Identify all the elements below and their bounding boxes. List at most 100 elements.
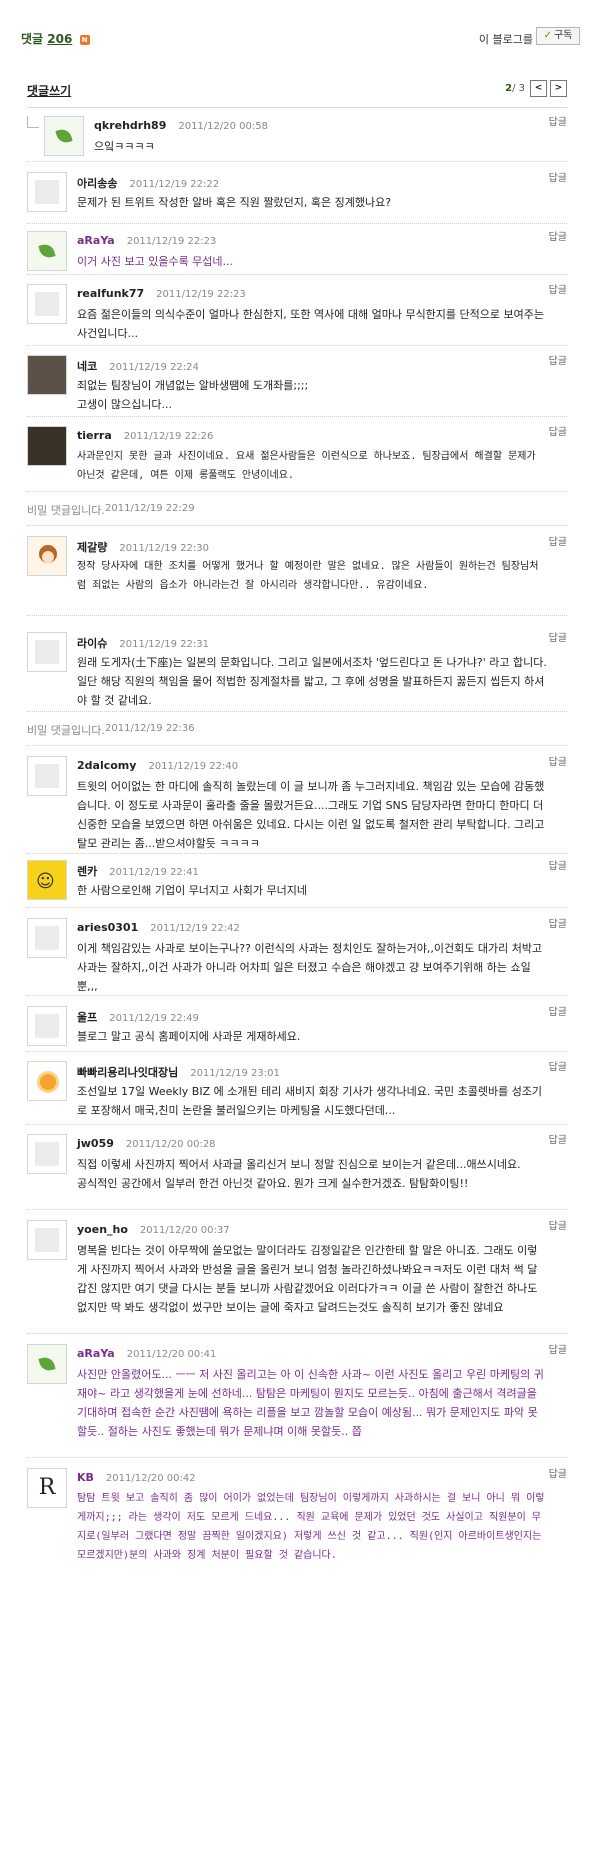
- comment-item: tierra 2011/12/19 22:26 사과문인지 못한 글과 사진이네요…: [27, 426, 567, 492]
- avatar[interactable]: [27, 1220, 67, 1260]
- avatar[interactable]: [27, 426, 67, 466]
- reply-button[interactable]: 답글: [549, 915, 567, 930]
- comment-body: 사진만 안올렸어도... ㅡㅡ 저 사진 올리고는 아 이 신속한 사과~ 이런…: [77, 1368, 544, 1438]
- reply-button[interactable]: 답글: [549, 228, 567, 243]
- avatar[interactable]: [27, 756, 67, 796]
- avatar[interactable]: [27, 172, 67, 212]
- comment-author[interactable]: 네코 2011/12/19 22:24: [77, 358, 199, 374]
- comment-author[interactable]: tierra 2011/12/19 22:26: [77, 429, 213, 442]
- comment-body: 탐탐 트윗 보고 솔직히 좀 많이 어이가 없었는데 팀장님이 이렇게까지 사과…: [77, 1493, 545, 1561]
- comment-author[interactable]: 라이슈 2011/12/19 22:31: [77, 635, 209, 651]
- comment-author[interactable]: 2dalcomy 2011/12/19 22:40: [77, 759, 238, 772]
- reply-button[interactable]: 답글: [549, 352, 567, 367]
- comment-author[interactable]: 제갈량 2011/12/19 22:30: [77, 539, 209, 555]
- blog-label: 이 블로그를: [478, 33, 533, 46]
- comment-item: realfunk77 2011/12/19 22:23 요즘 젊은이들의 의식수준…: [27, 284, 567, 346]
- comment-author[interactable]: jw059 2011/12/20 00:28: [77, 1137, 216, 1150]
- comment-author[interactable]: aries0301 2011/12/19 22:42: [77, 921, 240, 934]
- next-page-button[interactable]: >: [550, 80, 567, 97]
- page-indicator: 2/ 3: [505, 83, 525, 94]
- avatar[interactable]: [27, 1344, 67, 1384]
- avatar[interactable]: [27, 632, 67, 672]
- leaf-icon: [38, 242, 56, 260]
- comments-header: 댓글 206 N 이 블로그를 ✓ 구독: [0, 0, 591, 70]
- comment-body: 죄없는 팀장님이 개념없는 알바생땜에 도개좌를;;;; 고생이 많으십니다..…: [77, 379, 309, 411]
- comment-item: 아리송송 2011/12/19 22:22 문제가 된 트위트 작성한 알바 혹은…: [27, 172, 567, 224]
- comment-author[interactable]: KB 2011/12/20 00:42: [77, 1471, 196, 1484]
- comment-body: 직접 이렇세 사진까지 찍어서 사과글 올리신거 보니 정말 진심으로 보이는거…: [77, 1158, 521, 1190]
- avatar[interactable]: ☺: [27, 860, 67, 900]
- avatar[interactable]: [27, 355, 67, 395]
- subscribe-button[interactable]: ✓ 구독: [536, 27, 580, 45]
- comment-body: 원래 도게자(土下座)는 일본의 문화입니다. 그리고 일본에서조차 '엎드린다…: [77, 656, 547, 707]
- avatar[interactable]: [27, 1006, 67, 1046]
- comment-item: aRaYa 2011/12/20 00:41 사진만 안올렸어도... ㅡㅡ 저 …: [27, 1344, 567, 1458]
- comment-body: 명복을 빈다는 것이 아무짝에 쓸모없는 말이더라도 김정일같은 인간한테 할 …: [77, 1244, 538, 1314]
- comments-number[interactable]: 206: [47, 32, 72, 46]
- comment-date: 2011/12/19 22:42: [150, 923, 240, 934]
- secret-label: 비밀 댓글입니다.: [27, 724, 105, 737]
- reply-button[interactable]: 답글: [549, 169, 567, 184]
- avatar[interactable]: [27, 284, 67, 324]
- comments-label[interactable]: 댓글: [21, 32, 43, 46]
- comment-body: 정작 당사자에 대한 조치를 어떻게 했거나 할 예정이란 말은 없네요. 많은…: [77, 561, 539, 591]
- comment-body: 사과문인지 못한 글과 사진이네요. 요새 젊은사람들은 이런식으로 하나보죠.…: [77, 451, 536, 481]
- comment-date: 2011/12/19 22:30: [119, 543, 210, 554]
- reply-button[interactable]: 답글: [549, 629, 567, 644]
- comment-item: 2dalcomy 2011/12/19 22:40 트윗의 어이없는 한 마디에 …: [27, 756, 567, 854]
- reply-button[interactable]: 답글: [549, 1003, 567, 1018]
- comment-author[interactable]: 울프 2011/12/19 22:49: [77, 1009, 199, 1025]
- avatar[interactable]: R: [27, 1468, 67, 1508]
- comment-item: 라이슈 2011/12/19 22:31 원래 도게자(土下座)는 일본의 문화입…: [27, 632, 567, 712]
- reply-button[interactable]: 답글: [549, 1058, 567, 1073]
- avatar[interactable]: [27, 536, 67, 576]
- comment-author[interactable]: 렌카 2011/12/19 22:41: [77, 863, 199, 879]
- leaf-icon: [38, 1355, 56, 1373]
- comment-item: 빠빠리용리나잇대장님 2011/12/19 23:01 조선일보 17일 Week…: [27, 1061, 567, 1125]
- reply-button[interactable]: 답글: [549, 281, 567, 296]
- comment-author[interactable]: aRaYa 2011/12/19 22:23: [77, 234, 216, 247]
- comment-item: yoen_ho 2011/12/20 00:37 명복을 빈다는 것이 아무짝에 …: [27, 1220, 567, 1334]
- reply-button[interactable]: 답글: [549, 113, 567, 128]
- prev-page-button[interactable]: <: [530, 80, 547, 97]
- comment-date: 2011/12/19 22:29: [105, 503, 195, 514]
- comment-date: 2011/12/19 22:23: [126, 236, 217, 247]
- comment-body: 으잌ㅋㅋㅋㅋ: [94, 140, 155, 153]
- comment-date: 2011/12/20 00:28: [125, 1139, 216, 1150]
- comment-date: 2011/12/19 23:01: [190, 1068, 280, 1079]
- reply-button[interactable]: 답글: [549, 423, 567, 438]
- comment-author[interactable]: aRaYa 2011/12/20 00:41: [77, 1347, 216, 1360]
- avatar[interactable]: [27, 1061, 67, 1101]
- reply-button[interactable]: 답글: [549, 857, 567, 872]
- comment-date: 2011/12/19 22:24: [109, 362, 199, 373]
- avatar[interactable]: [27, 231, 67, 271]
- avatar[interactable]: [27, 1134, 67, 1174]
- write-bar: 댓글쓰기 2/ 3 < >: [27, 80, 567, 104]
- comment-author[interactable]: qkrehdrh89 2011/12/20 00:58: [94, 119, 268, 132]
- reply-button[interactable]: 답글: [549, 533, 567, 548]
- comments-count[interactable]: 댓글 206 N: [21, 30, 90, 47]
- comment-item: 제갈량 2011/12/19 22:30 정작 당사자에 대한 조치를 어떻게 했…: [27, 536, 567, 616]
- comment-author[interactable]: yoen_ho 2011/12/20 00:37: [77, 1223, 230, 1236]
- comment-body: 블로그 말고 공식 홈페이지에 사과문 게재하세요.: [77, 1030, 301, 1043]
- secret-comment: 비밀 댓글입니다. 2011/12/19 22:29: [27, 496, 567, 526]
- new-badge-icon: N: [79, 35, 90, 45]
- reply-button[interactable]: 답글: [549, 1341, 567, 1356]
- reply-button[interactable]: 답글: [549, 753, 567, 768]
- comment-item: aries0301 2011/12/19 22:42 이게 책임감있는 사과로 보…: [27, 918, 567, 996]
- write-comment-link[interactable]: 댓글쓰기: [27, 82, 71, 99]
- reply-button[interactable]: 답글: [549, 1465, 567, 1480]
- comment-date: 2011/12/20 00:42: [105, 1473, 196, 1484]
- comment-date: 2011/12/20 00:58: [178, 121, 268, 132]
- comment-author[interactable]: 아리송송 2011/12/19 22:22: [77, 175, 219, 191]
- avatar[interactable]: [44, 116, 84, 156]
- comment-body: 요즘 젊은이들의 의식수준이 얼마나 한심한지, 또한 역사에 대해 얼마나 무…: [77, 308, 544, 340]
- comment-author[interactable]: 빠빠리용리나잇대장님 2011/12/19 23:01: [77, 1064, 280, 1080]
- comment-date: 2011/12/19 22:49: [109, 1013, 199, 1024]
- avatar[interactable]: [27, 918, 67, 958]
- comment-author[interactable]: realfunk77 2011/12/19 22:23: [77, 287, 246, 300]
- comment-item: jw059 2011/12/20 00:28 직접 이렇세 사진까지 찍어서 사과…: [27, 1134, 567, 1210]
- reply-button[interactable]: 답글: [549, 1131, 567, 1146]
- page-total: / 3: [512, 83, 525, 94]
- reply-button[interactable]: 답글: [549, 1217, 567, 1232]
